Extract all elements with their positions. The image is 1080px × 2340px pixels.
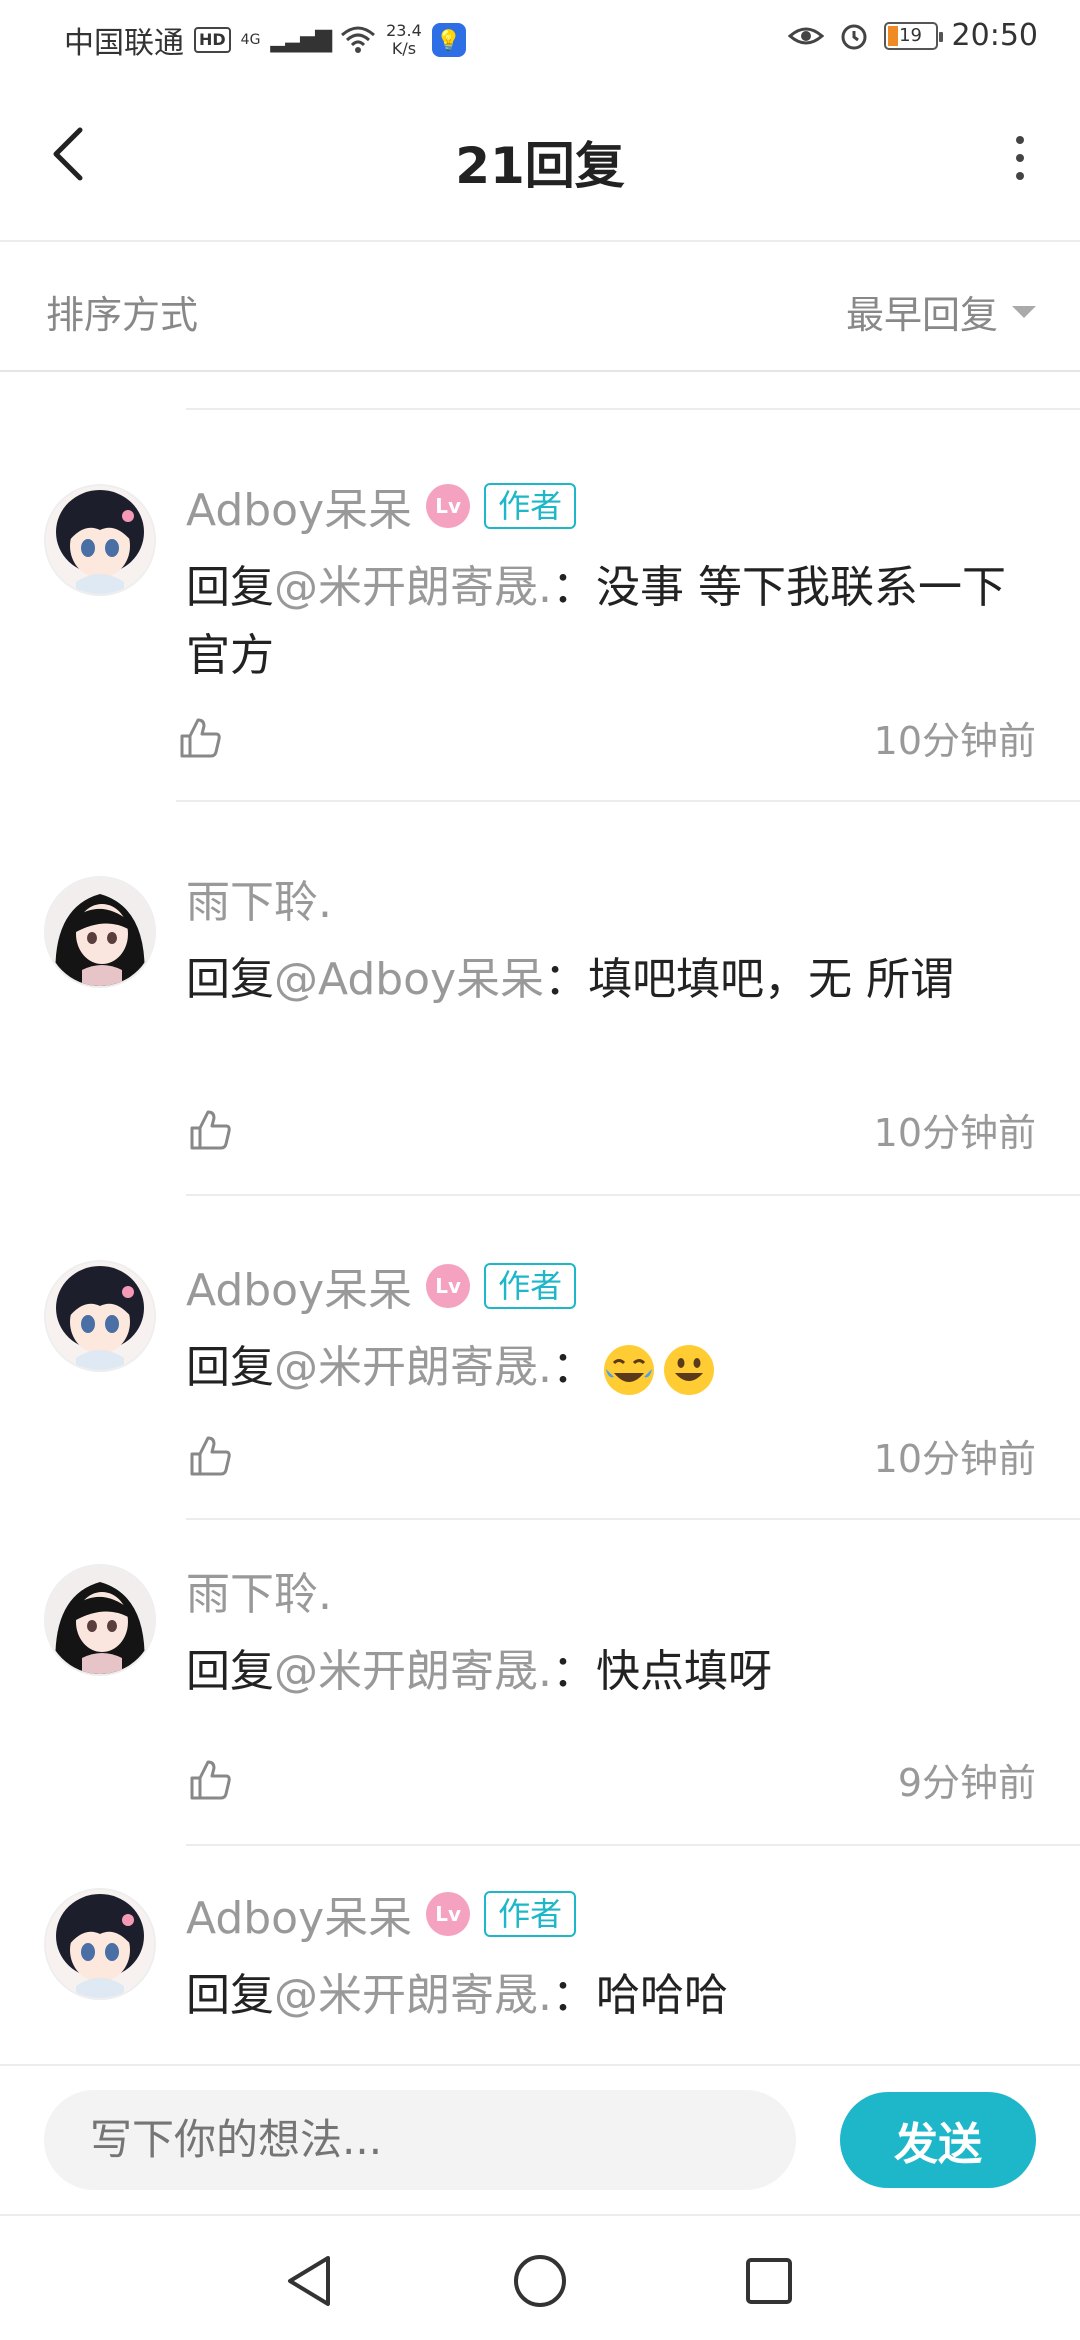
dot <box>1016 136 1024 144</box>
status-bar: 中国联通 HD 4G ▂▃▅▇ 23.4 K/s 💡 19 20:50 <box>0 0 1080 76</box>
caret-down-icon <box>1012 305 1036 318</box>
more-options-button[interactable] <box>1010 136 1030 180</box>
list-item: 雨下聆. 回复@Adboy呆呆：填吧填吧，无 所谓 10分钟前 <box>0 802 1080 1196</box>
reply-prefix: 回复 <box>186 954 274 1005</box>
triangle-back-icon <box>288 2256 330 2306</box>
comment-body: 快点填呀 <box>596 1646 772 1697</box>
reply-prefix: 回复 <box>186 1646 274 1697</box>
username[interactable]: 雨下聆. <box>186 866 332 930</box>
comment-body: 填吧填吧，无 所谓 <box>588 954 955 1005</box>
mention-link[interactable]: @Adboy呆呆 <box>274 954 544 1005</box>
circle-home-icon <box>514 2255 566 2307</box>
mention-link[interactable]: @米开朗寄晟. <box>274 1646 552 1697</box>
reply-prefix: 回复 <box>186 562 274 613</box>
battery-icon: 19 <box>883 21 943 50</box>
avatar[interactable] <box>44 876 156 988</box>
reply-input[interactable] <box>44 2090 796 2190</box>
timestamp: 9分钟前 <box>897 1761 1036 1805</box>
like-icon[interactable] <box>186 1432 234 1480</box>
reply-prefix: 回复 <box>186 1970 274 2021</box>
timestamp: 10分钟前 <box>873 719 1036 763</box>
nav-recents-button[interactable] <box>734 2246 804 2316</box>
mention-link[interactable]: @米开朗寄晟. <box>274 1970 552 2021</box>
sort-bar: 排序方式 最早回复 <box>0 244 1080 372</box>
comment-text: 回复@米开朗寄晟.： <box>186 1334 1036 1402</box>
smiling-emoji-icon <box>664 1345 714 1395</box>
lightbulb-icon: 💡 <box>431 23 466 57</box>
system-nav-bar <box>0 2214 1080 2340</box>
author-badge: 作者 <box>484 483 577 529</box>
username[interactable]: Adboy呆呆 <box>186 474 412 538</box>
colon: ： <box>552 1646 596 1697</box>
wifi-icon <box>341 26 376 53</box>
mention-link[interactable]: @米开朗寄晟. <box>274 562 552 613</box>
nav-home-button[interactable] <box>505 2246 575 2316</box>
level-badge-icon: Lv <box>426 1892 471 1936</box>
list-item: Adboy呆呆 Lv 作者 回复@米开朗寄晟.： 10分钟前 <box>0 1194 1080 1520</box>
nav-back-button[interactable] <box>274 2246 344 2316</box>
like-icon[interactable] <box>186 1756 234 1804</box>
username[interactable]: Adboy呆呆 <box>186 1882 412 1946</box>
comment-text: 回复@米开朗寄晟.：哈哈哈 <box>186 1962 1036 2030</box>
avatar[interactable] <box>44 484 156 596</box>
reply-prefix: 回复 <box>186 1342 274 1393</box>
avatar[interactable] <box>44 1564 156 1676</box>
page-title: 21回复 <box>455 137 625 195</box>
comment-text: 回复@米开朗寄晟.：快点填呀 <box>186 1638 1036 1706</box>
avatar[interactable] <box>44 1260 156 1372</box>
network-type: 4G <box>240 32 261 48</box>
clock: 20:50 <box>951 18 1038 53</box>
battery-level: 19 <box>899 24 922 46</box>
level-badge-icon: Lv <box>426 1264 471 1308</box>
like-icon[interactable] <box>176 714 224 762</box>
avatar[interactable] <box>44 1888 156 2000</box>
net-speed-unit: K/s <box>391 39 417 58</box>
colon: ： <box>552 562 596 613</box>
timestamp: 10分钟前 <box>873 1111 1036 1155</box>
signal-icon: ▂▃▅▇ <box>270 27 332 53</box>
square-recents-icon <box>746 2258 792 2304</box>
send-button[interactable]: 发送 <box>840 2092 1036 2188</box>
comment-text: 回复@Adboy呆呆：填吧填吧，无 所谓 <box>186 946 1036 1014</box>
app-header: 21回复 <box>0 76 1080 242</box>
sort-selected: 最早回复 <box>845 293 998 337</box>
dot <box>1016 154 1024 162</box>
list-item: Adboy呆呆 Lv 作者 回复@米开朗寄晟.：哈哈哈 <box>0 1844 1080 2060</box>
colon: ： <box>552 1342 596 1393</box>
laughing-crying-emoji-icon <box>604 1345 654 1395</box>
alarm-icon <box>841 24 867 49</box>
username[interactable]: 雨下聆. <box>186 1558 332 1622</box>
colon: ： <box>552 1970 596 2021</box>
author-badge: 作者 <box>484 1891 577 1937</box>
list-item: Adboy呆呆 Lv 作者 回复@米开朗寄晟.：没事 等下我联系一下官方 10分… <box>0 410 1080 802</box>
colon: ： <box>544 954 589 1005</box>
reply-list[interactable]: Adboy呆呆 Lv 作者 回复@米开朗寄晟.：没事 等下我联系一下官方 10分… <box>0 410 1080 2060</box>
sort-dropdown[interactable]: 最早回复 <box>846 284 1036 339</box>
author-badge: 作者 <box>484 1263 577 1309</box>
level-badge-icon: Lv <box>426 484 471 528</box>
mention-link[interactable]: @米开朗寄晟. <box>274 1342 552 1393</box>
list-item: 雨下聆. 回复@米开朗寄晟.：快点填呀 9分钟前 <box>0 1518 1080 1846</box>
eye-icon <box>787 27 824 44</box>
sort-label: 排序方式 <box>46 293 199 337</box>
comment-body: 哈哈哈 <box>596 1970 728 2021</box>
hd-icon: HD <box>194 27 231 53</box>
reply-input-bar: 发送 <box>0 2064 1080 2214</box>
timestamp: 10分钟前 <box>873 1437 1036 1481</box>
carrier-name: 中国联通 <box>64 26 184 61</box>
dot <box>1016 172 1024 180</box>
net-speed-value: 23.4 <box>386 21 422 40</box>
like-icon[interactable] <box>186 1106 234 1154</box>
comment-text: 回复@米开朗寄晟.：没事 等下我联系一下官方 <box>186 554 1036 690</box>
username[interactable]: Adboy呆呆 <box>186 1254 412 1318</box>
net-speed: 23.4 K/s <box>386 22 422 58</box>
